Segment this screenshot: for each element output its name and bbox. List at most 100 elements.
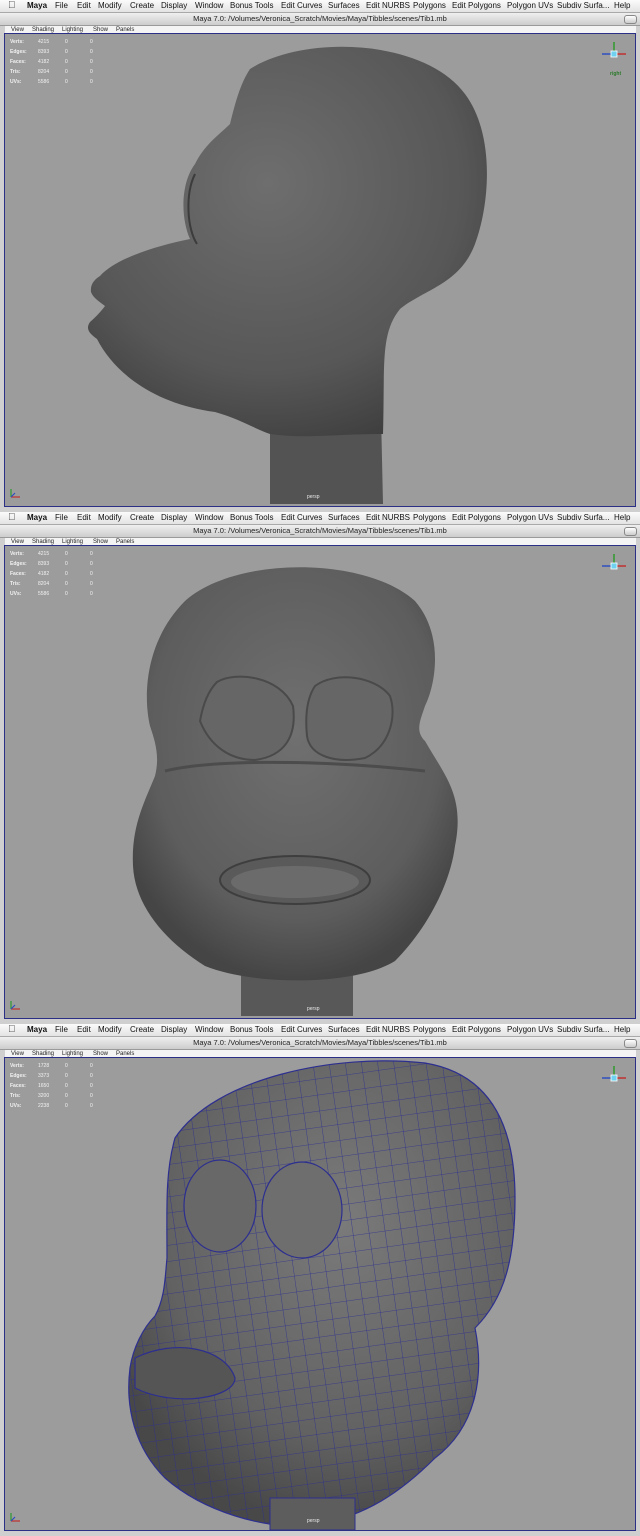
menu-window[interactable]: Window [195, 0, 223, 12]
menu-bonus-tools[interactable]: Bonus Tools [230, 0, 273, 12]
panel-menu-shading[interactable]: Shading [32, 1050, 54, 1058]
menu-modify[interactable]: Modify [98, 512, 122, 524]
camera-label: persp [307, 494, 320, 500]
head-mesh-front-view[interactable] [5, 546, 636, 1018]
menu-help[interactable]: Help [614, 512, 630, 524]
viewport-panel[interactable]: Verts: 4215 0 0 Edges: 8393 0 0 Faces: 4182 0 0 T… [5, 546, 636, 1018]
menu-edit-nurbs[interactable]: Edit NURBS [366, 1024, 410, 1036]
menu-file[interactable]: File [55, 512, 68, 524]
right-eye-socket [305, 676, 394, 761]
menu-polygon-uvs[interactable]: Polygon UVs [507, 0, 553, 12]
menu-display[interactable]: Display [161, 512, 187, 524]
panel-menu-lighting[interactable]: Lighting [62, 26, 83, 34]
menu-polygons[interactable]: Polygons [413, 0, 446, 12]
mouth-inner [231, 866, 359, 898]
panel-menu-show[interactable]: Show [93, 1050, 108, 1058]
panel-menu-lighting[interactable]: Lighting [62, 1050, 83, 1058]
menu-maya[interactable]: Maya [27, 0, 47, 12]
view-cube-icon[interactable] [599, 551, 629, 581]
toolbar-toggle-button[interactable] [624, 527, 637, 536]
panel-menu-panels[interactable]: Panels [116, 1050, 134, 1058]
menu-modify[interactable]: Modify [98, 1024, 122, 1036]
menu-window[interactable]: Window [195, 1024, 223, 1036]
panel-menu-bar: View Shading Lighting Show Panels [5, 1050, 636, 1058]
menu-subdiv-surfaces[interactable]: Subdiv Surfa... [557, 0, 609, 12]
menu-bonus-tools[interactable]: Bonus Tools [230, 512, 273, 524]
panel-menu-shading[interactable]: Shading [32, 538, 54, 546]
panel-menu-view[interactable]: View [11, 538, 24, 546]
view-cube-icon[interactable] [599, 39, 629, 69]
panel-menu-panels[interactable]: Panels [116, 538, 134, 546]
viewport-panel[interactable]: Verts: 1728 0 0 Edges: 3373 0 0 Faces: 1650 0 0 T… [5, 1058, 636, 1530]
head-mesh-wireframe-view[interactable] [5, 1058, 636, 1530]
head-profile-shape [87, 46, 487, 437]
menu-subdiv-surfaces[interactable]: Subdiv Surfa... [557, 512, 609, 524]
window-title: Maya 7.0: /Volumes/Veronica_Scratch/Movi… [193, 1038, 447, 1047]
menu-polygon-uvs[interactable]: Polygon UVs [507, 512, 553, 524]
menu-create[interactable]: Create [130, 512, 154, 524]
left-eye-wire [183, 1159, 257, 1253]
view-cube-icon[interactable] [599, 1063, 629, 1093]
wireframe-grid [128, 1060, 516, 1527]
menu-edit-polygons[interactable]: Edit Polygons [452, 512, 501, 524]
panel-menu-bar: View Shading Lighting Show Panels [5, 538, 636, 546]
axis-gizmo-icon [10, 1001, 20, 1010]
viewport-panel[interactable]: Verts: 4215 0 0 Edges: 8393 0 0 Faces: 4182 0 0 T… [5, 34, 636, 506]
menu-bonus-tools[interactable]: Bonus Tools [230, 1024, 273, 1036]
menu-display[interactable]: Display [161, 1024, 187, 1036]
apple-icon[interactable]:  [8, 0, 16, 12]
menu-edit-nurbs[interactable]: Edit NURBS [366, 0, 410, 12]
panel-menu-view[interactable]: View [11, 1050, 24, 1058]
head-mesh-side-view[interactable] [5, 34, 636, 506]
menu-file[interactable]: File [55, 0, 68, 12]
menu-subdiv-surfaces[interactable]: Subdiv Surfa... [557, 1024, 609, 1036]
view-cube-label: right [610, 71, 622, 77]
menu-polygons[interactable]: Polygons [413, 512, 446, 524]
toolbar-toggle-button[interactable] [624, 1039, 637, 1048]
menu-edit-polygons[interactable]: Edit Polygons [452, 0, 501, 12]
menu-surfaces[interactable]: Surfaces [328, 0, 360, 12]
menu-help[interactable]: Help [614, 0, 630, 12]
menu-display[interactable]: Display [161, 0, 187, 12]
menu-polygon-uvs[interactable]: Polygon UVs [507, 1024, 553, 1036]
menu-modify[interactable]: Modify [98, 0, 122, 12]
menu-edit[interactable]: Edit [77, 0, 91, 12]
menu-edit-polygons[interactable]: Edit Polygons [452, 1024, 501, 1036]
panel-menu-lighting[interactable]: Lighting [62, 538, 83, 546]
menu-maya[interactable]: Maya [27, 1024, 47, 1036]
menu-edit[interactable]: Edit [77, 512, 91, 524]
menu-edit[interactable]: Edit [77, 1024, 91, 1036]
apple-icon[interactable]:  [8, 1024, 16, 1036]
menu-create[interactable]: Create [130, 0, 154, 12]
panel-menu-shading[interactable]: Shading [32, 26, 54, 34]
menu-create[interactable]: Create [130, 1024, 154, 1036]
window-title-bar[interactable]: Maya 7.0: /Volumes/Veronica_Scratch/Movi… [0, 1037, 640, 1050]
menu-edit-curves[interactable]: Edit Curves [281, 512, 322, 524]
camera-label: persp [307, 1006, 320, 1012]
menu-edit-curves[interactable]: Edit Curves [281, 1024, 322, 1036]
menu-maya[interactable]: Maya [27, 512, 47, 524]
panel-menu-view[interactable]: View [11, 26, 24, 34]
menu-surfaces[interactable]: Surfaces [328, 512, 360, 524]
panel-menu-bar: View Shading Lighting Show Panels [5, 26, 636, 34]
menu-bar:  Maya File Edit Modify Create Display W… [0, 0, 640, 13]
toolbar-toggle-button[interactable] [624, 15, 637, 24]
menu-bar:  Maya File Edit Modify Create Display W… [0, 512, 640, 525]
window-title: Maya 7.0: /Volumes/Veronica_Scratch/Movi… [193, 14, 447, 23]
menu-window[interactable]: Window [195, 512, 223, 524]
panel-menu-show[interactable]: Show [93, 538, 108, 546]
window-title: Maya 7.0: /Volumes/Veronica_Scratch/Movi… [193, 526, 447, 535]
neck-shape [269, 1497, 356, 1530]
window-title-bar[interactable]: Maya 7.0: /Volumes/Veronica_Scratch/Movi… [0, 525, 640, 538]
menu-surfaces[interactable]: Surfaces [328, 1024, 360, 1036]
menu-help[interactable]: Help [614, 1024, 630, 1036]
panel-menu-show[interactable]: Show [93, 26, 108, 34]
menu-file[interactable]: File [55, 1024, 68, 1036]
window-title-bar[interactable]: Maya 7.0: /Volumes/Veronica_Scratch/Movi… [0, 13, 640, 26]
menu-edit-nurbs[interactable]: Edit NURBS [366, 512, 410, 524]
maya-window-3:  Maya File Edit Modify Create Display W… [0, 1024, 640, 1536]
menu-edit-curves[interactable]: Edit Curves [281, 0, 322, 12]
apple-icon[interactable]:  [8, 512, 16, 524]
panel-menu-panels[interactable]: Panels [116, 26, 134, 34]
menu-polygons[interactable]: Polygons [413, 1024, 446, 1036]
